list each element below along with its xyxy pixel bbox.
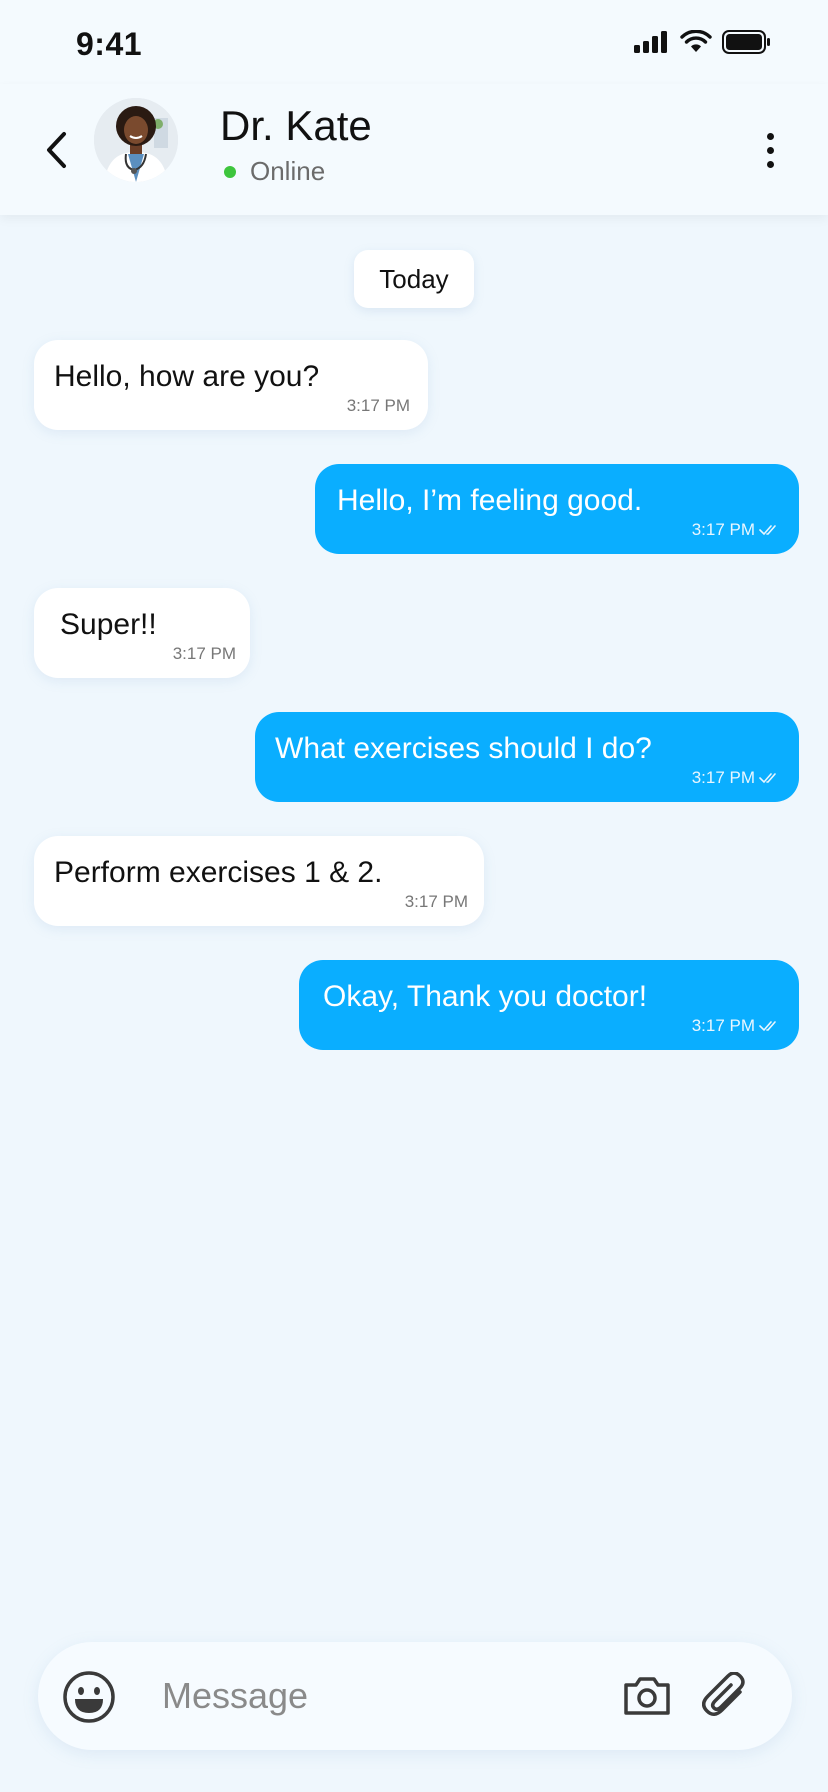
message-time-wrap: 3:17 PM	[692, 1016, 781, 1036]
message-composer	[38, 1642, 792, 1750]
camera-button[interactable]	[622, 1675, 672, 1717]
attach-button[interactable]	[702, 1671, 748, 1720]
doctor-avatar-image	[94, 98, 178, 182]
message-input[interactable]	[162, 1666, 622, 1726]
message-time: 3:17 PM	[691, 768, 755, 787]
status-time: 9:41	[76, 26, 143, 62]
message-time: 3:17 PM	[346, 396, 410, 415]
message-time: 3:17 PM	[172, 644, 236, 663]
double-check-icon	[759, 525, 776, 536]
message-bubble-incoming[interactable]: Super!! 3:17 PM	[34, 588, 250, 678]
battery-icon	[722, 30, 770, 54]
paperclip-icon	[702, 1671, 745, 1716]
message-bubble-incoming[interactable]: Hello, how are you? 3:17 PM	[34, 340, 428, 430]
chevron-left-icon	[47, 132, 66, 168]
message-text: Hello, how are you?	[54, 360, 320, 393]
message-text: What exercises should I do?	[275, 732, 652, 765]
back-button[interactable]	[36, 120, 76, 180]
message-bubble-outgoing[interactable]: What exercises should I do? 3:17 PM	[255, 712, 799, 802]
message-bubble-incoming[interactable]: Perform exercises 1 & 2. 3:17 PM	[34, 836, 484, 926]
message-time: 3:17 PM	[691, 520, 755, 539]
message-bubble-outgoing[interactable]: Okay, Thank you doctor! 3:17 PM	[299, 960, 799, 1050]
double-check-icon	[759, 773, 776, 784]
cellular-signal-icon	[634, 31, 667, 53]
message-time-wrap: 3:17 PM	[692, 520, 781, 540]
message-time: 3:17 PM	[404, 892, 468, 911]
message-time: 3:17 PM	[691, 1016, 755, 1035]
message-text: Hello, I’m feeling good.	[337, 484, 643, 517]
date-separator: Today	[354, 250, 474, 308]
avatar[interactable]	[94, 98, 178, 182]
double-check-icon	[759, 1021, 776, 1032]
message-text: Okay, Thank you doctor!	[323, 980, 648, 1013]
emoji-button[interactable]	[62, 1670, 116, 1724]
more-options-button[interactable]	[760, 120, 780, 180]
message-bubble-outgoing[interactable]: Hello, I’m feeling good. 3:17 PM	[315, 464, 799, 554]
contact-name[interactable]: Dr. Kate	[220, 102, 372, 150]
camera-icon	[624, 1677, 670, 1715]
presence-status: Online	[224, 156, 325, 187]
message-text: Super!!	[60, 608, 157, 641]
presence-label: Online	[250, 156, 326, 186]
message-time-wrap: 3:17 PM	[692, 768, 781, 788]
status-icons	[634, 30, 772, 54]
chat-screen: 9:41 Dr. Kate Online Today Hello, how ar…	[0, 0, 828, 1792]
online-dot-icon	[224, 165, 236, 178]
emoji-icon	[63, 1671, 115, 1723]
status-bar: 9:41	[0, 0, 828, 84]
more-vertical-icon	[766, 132, 774, 140]
chat-header: Dr. Kate Online	[0, 84, 828, 215]
wifi-icon	[680, 30, 712, 52]
message-text: Perform exercises 1 & 2.	[54, 856, 383, 889]
